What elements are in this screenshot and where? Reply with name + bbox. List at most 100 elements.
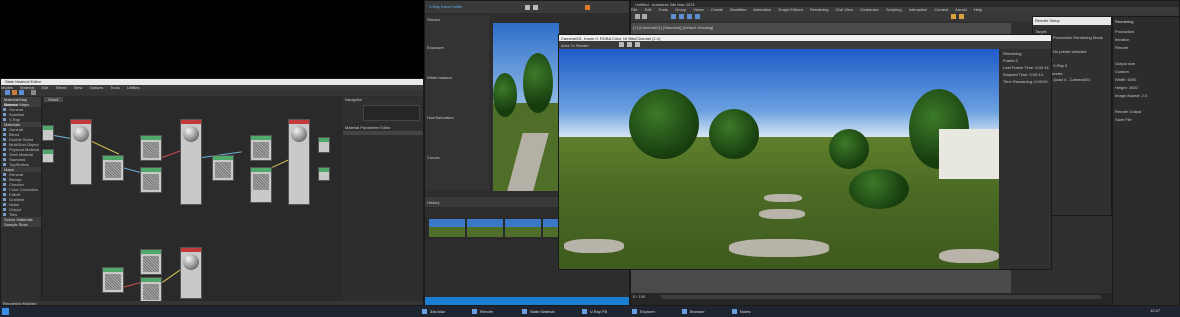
copy-image-icon[interactable] <box>627 42 632 47</box>
max-timeline[interactable]: 0 / 100 <box>631 293 1179 305</box>
rs-row[interactable]: Quad 4 - Camera001 <box>1053 77 1091 82</box>
vfb-layer-label[interactable]: Curves <box>427 155 440 160</box>
render-icon[interactable] <box>585 5 590 10</box>
map-node[interactable] <box>140 167 162 193</box>
map-node[interactable] <box>102 267 124 293</box>
material-sphere-icon <box>291 126 307 142</box>
taskbar-app-button[interactable]: Render <box>470 307 493 316</box>
material-node[interactable] <box>70 119 92 185</box>
render-production-icon[interactable] <box>959 14 964 19</box>
render-stat: Elapsed Time: 0:00:14 <box>1003 72 1043 77</box>
timeline-track[interactable] <box>661 295 1101 299</box>
taskbar-app-button[interactable]: Explorer <box>630 307 655 316</box>
vfb-titlebar: V-Ray frame buffer <box>425 1 629 13</box>
map-node[interactable] <box>140 249 162 275</box>
navigator-label: Navigator <box>345 97 363 102</box>
house-shape <box>939 129 999 179</box>
vfb-tab[interactable]: Stream <box>427 17 440 22</box>
material-sphere-icon <box>73 126 89 142</box>
material-node[interactable] <box>288 119 310 205</box>
browser-item[interactable]: V-Ray <box>1 117 41 122</box>
browser-group[interactable]: Sample Slots <box>1 222 41 227</box>
vfb-preview-image[interactable] <box>493 23 559 191</box>
vfb-layer-label[interactable]: Exposure <box>427 45 444 50</box>
undo-icon[interactable] <box>635 14 640 19</box>
render-area-label[interactable]: Area To Render <box>561 43 589 48</box>
material-node[interactable] <box>180 247 202 299</box>
rp-row[interactable]: Iterative <box>1115 37 1129 42</box>
parameter-editor-header <box>343 131 423 135</box>
material-sphere-icon <box>183 126 199 142</box>
clear-image-icon[interactable] <box>635 42 640 47</box>
pick-material-icon[interactable] <box>12 90 17 95</box>
map-node[interactable] <box>102 155 124 181</box>
map-node[interactable] <box>212 155 234 181</box>
browser-item[interactable]: Tiles <box>1 212 41 217</box>
taskbar-app-button[interactable]: 3ds Max <box>420 307 445 316</box>
save-icon[interactable] <box>525 5 530 10</box>
vfb-bottom-bar <box>425 297 629 305</box>
map-node[interactable] <box>140 277 162 303</box>
rp-row[interactable]: Render <box>1115 45 1128 50</box>
map-node[interactable] <box>250 167 272 203</box>
rp-row: Render Output <box>1115 109 1142 114</box>
render-setup-icon[interactable] <box>951 14 956 19</box>
render-image[interactable] <box>559 49 999 269</box>
rp-row[interactable]: Width: 6000 <box>1115 77 1136 82</box>
rp-row[interactable]: Custom <box>1115 69 1129 74</box>
view-tab[interactable]: View1 <box>44 97 63 102</box>
history-thumbnail[interactable] <box>467 219 503 237</box>
node-wire <box>91 141 120 155</box>
rs-row[interactable]: Production Rendering Mode <box>1053 35 1103 40</box>
bitmap-node[interactable] <box>318 137 330 153</box>
rs-row[interactable]: No preset selected <box>1053 49 1086 54</box>
texture-thumbnail <box>143 284 159 300</box>
map-node[interactable] <box>140 135 162 161</box>
viewport-label: [+] [Camera001] [Standard] [Default Shad… <box>633 25 714 30</box>
taskbar-app-button[interactable]: Browser <box>680 307 705 316</box>
taskbar-app-button[interactable]: Slate Material <box>520 307 554 316</box>
texture-thumbnail <box>143 174 159 190</box>
browser-item[interactable]: Top/Bottom <box>1 162 41 167</box>
vfb-layer-label[interactable]: Hue/Saturation <box>427 115 454 120</box>
render-setup-title: Render Setup <box>1035 18 1060 23</box>
scale-icon[interactable] <box>695 14 700 19</box>
taskbar-app-button[interactable]: Notes <box>730 307 750 316</box>
save-image-icon[interactable] <box>619 42 624 47</box>
select-tool-icon[interactable] <box>5 90 10 95</box>
clear-icon[interactable] <box>533 5 538 10</box>
bitmap-node[interactable] <box>318 167 330 181</box>
navigator-preview[interactable] <box>363 105 420 121</box>
assign-material-icon[interactable] <box>19 90 24 95</box>
select-icon[interactable] <box>671 14 676 19</box>
bitmap-node[interactable] <box>42 125 54 141</box>
windows-taskbar: 3ds Max Render Slate Material V-Ray FB E… <box>0 306 1180 317</box>
tree-shape <box>493 73 517 117</box>
history-thumbnail[interactable] <box>505 219 541 237</box>
rp-row[interactable]: Height: 3000 <box>1115 85 1138 90</box>
material-node[interactable] <box>180 119 202 205</box>
tree-shape <box>829 129 869 169</box>
bitmap-node[interactable] <box>42 149 54 163</box>
node-wire <box>121 167 142 174</box>
start-icon[interactable] <box>2 308 9 315</box>
rs-row[interactable]: V-Ray 5 <box>1053 63 1067 68</box>
map-node[interactable] <box>250 135 272 161</box>
taskbar-clock[interactable]: 12:47 <box>1150 308 1160 313</box>
parameter-editor-label: Material Parameter Editor <box>345 125 391 130</box>
render-stats-panel: Rendering Frame 0 Last Frame Time: 0:00:… <box>1001 49 1051 269</box>
material-map-browser: Material/Map Browser Material Maps Gener… <box>1 97 42 301</box>
rendering-panel: Rendering Production Iterative Render Ou… <box>1112 16 1180 306</box>
move-icon[interactable] <box>679 14 684 19</box>
redo-icon[interactable] <box>642 14 647 19</box>
node-view-canvas[interactable]: View1 <box>42 97 342 303</box>
taskbar-app-button[interactable]: V-Ray FB <box>580 307 607 316</box>
rp-row[interactable]: Production <box>1115 29 1134 34</box>
texture-thumbnail <box>105 162 121 178</box>
vfb-layer-label[interactable]: White balance <box>427 75 452 80</box>
rotate-icon[interactable] <box>687 14 692 19</box>
layout-icon[interactable] <box>31 90 36 95</box>
vfb-history-label: History <box>427 200 440 205</box>
history-thumbnail[interactable] <box>429 219 465 237</box>
rp-row[interactable]: Save File <box>1115 117 1132 122</box>
